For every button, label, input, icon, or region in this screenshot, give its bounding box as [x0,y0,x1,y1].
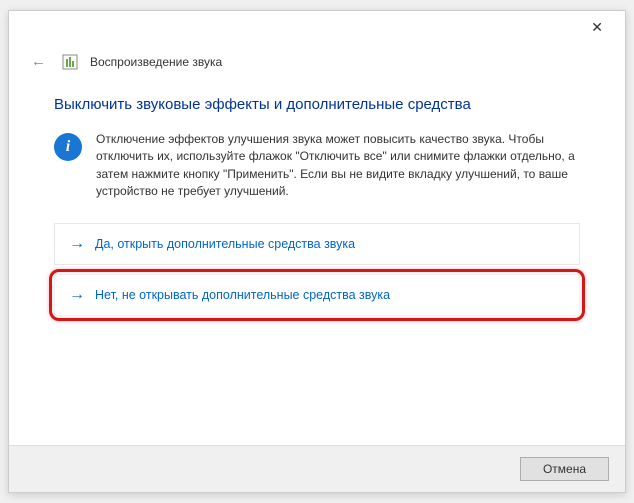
footer: Отмена [9,445,625,492]
option-no[interactable]: → Нет, не открывать дополнительные средс… [54,274,580,316]
troubleshooter-dialog: ✕ ← Воспроизведение звука Выключить звук… [8,10,626,493]
info-text: Отключение эффектов улучшения звука може… [96,131,580,201]
option-yes[interactable]: → Да, открыть дополнительные средства зв… [54,223,580,265]
info-icon: i [54,133,82,161]
page-heading: Выключить звуковые эффекты и дополнитель… [54,96,580,113]
titlebar: ✕ [9,11,625,43]
header-nav: ← Воспроизведение звука [9,43,625,82]
sound-app-icon [62,54,78,70]
back-arrow-icon[interactable]: ← [27,51,50,72]
close-button[interactable]: ✕ [581,13,613,42]
option-yes-label: Да, открыть дополнительные средства звук… [95,237,355,251]
breadcrumb-title: Воспроизведение звука [90,55,222,69]
arrow-right-icon: → [69,235,85,253]
arrow-right-icon: → [69,286,85,304]
info-section: i Отключение эффектов улучшения звука мо… [54,131,580,201]
content-area: Выключить звуковые эффекты и дополнитель… [9,82,625,321]
highlight-annotation: → Нет, не открывать дополнительные средс… [49,269,585,321]
option-no-label: Нет, не открывать дополнительные средств… [95,288,390,302]
cancel-button[interactable]: Отмена [520,457,609,481]
